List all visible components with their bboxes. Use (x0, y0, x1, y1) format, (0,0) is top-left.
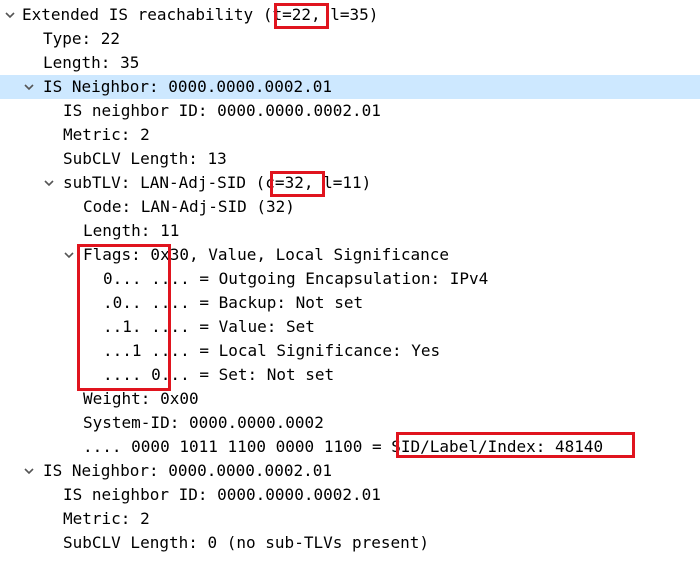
is-neighbor-header: IS Neighbor: 0000.0000.0002.01 (43, 77, 332, 96)
subtlv-label: subTLV: LAN-Adj-SID (c=32, l=11) (63, 173, 372, 192)
length-field: Length: 35 (43, 53, 140, 72)
tree-row-sid[interactable]: .... 0000 1011 1100 0000 1100 = SID/Labe… (0, 435, 700, 459)
chevron-down-icon[interactable] (62, 243, 76, 267)
flag-bit-value: ..1. .... = Value: Set (103, 317, 315, 336)
tree-row-type[interactable]: Type: 22 (0, 27, 700, 51)
tree-row-is-neighbor-1[interactable]: IS Neighbor: 0000.0000.0002.01 (0, 75, 700, 99)
weight-field: Weight: 0x00 (83, 389, 199, 408)
neighbor-id-field: IS neighbor ID: 0000.0000.0002.01 (63, 485, 381, 504)
subclv-length-field: SubCLV Length: 0 (no sub-TLVs present) (63, 533, 430, 552)
tree-row-flag-bit[interactable]: ...1 .... = Local Significance: Yes (0, 339, 700, 363)
tree-row-extended-is[interactable]: Extended IS reachability (t=22, l=35) (0, 3, 700, 27)
tree-row-is-neighbor-2[interactable]: IS Neighbor: 0000.0000.0002.01 (0, 459, 700, 483)
subtlv-length-field: Length: 11 (83, 221, 180, 240)
extended-is-label: Extended IS reachability (t=22, l=35) (22, 5, 379, 24)
tree-row-subtlv[interactable]: subTLV: LAN-Adj-SID (c=32, l=11) (0, 171, 700, 195)
is-neighbor-header: IS Neighbor: 0000.0000.0002.01 (43, 461, 332, 480)
neighbor-id-field: IS neighbor ID: 0000.0000.0002.01 (63, 101, 381, 120)
flag-bit-set: .... 0... = Set: Not set (103, 365, 335, 384)
chevron-down-icon[interactable] (22, 75, 36, 99)
flags-header: Flags: 0x30, Value, Local Significance (83, 245, 450, 264)
tree-row-neighbor-id[interactable]: IS neighbor ID: 0000.0000.0002.01 (0, 99, 700, 123)
flag-bit-local-significance: ...1 .... = Local Significance: Yes (103, 341, 441, 360)
tree-row-subclv-length[interactable]: SubCLV Length: 13 (0, 147, 700, 171)
sid-label-value: SID/Label/Index: 48140 (391, 437, 604, 456)
metric-field: Metric: 2 (63, 509, 150, 528)
c-value: c=32 (265, 173, 304, 192)
tree-row-neighbor-id[interactable]: IS neighbor ID: 0000.0000.0002.01 (0, 483, 700, 507)
tree-row-length[interactable]: Length: 35 (0, 51, 700, 75)
chevron-down-icon[interactable] (3, 3, 17, 27)
code-field: Code: LAN-Adj-SID (32) (83, 197, 295, 216)
chevron-down-icon[interactable] (42, 171, 56, 195)
subclv-length-field: SubCLV Length: 13 (63, 149, 227, 168)
flag-bit-encapsulation: 0... .... = Outgoing Encapsulation: IPv4 (103, 269, 489, 288)
t-value: t=22 (272, 5, 311, 24)
tree-row-system-id[interactable]: System-ID: 0000.0000.0002 (0, 411, 700, 435)
tree-row-flag-bit[interactable]: .... 0... = Set: Not set (0, 363, 700, 387)
tree-row-weight[interactable]: Weight: 0x00 (0, 387, 700, 411)
metric-field: Metric: 2 (63, 125, 150, 144)
type-field: Type: 22 (43, 29, 121, 48)
system-id-field: System-ID: 0000.0000.0002 (83, 413, 324, 432)
tree-row-subtlv-length[interactable]: Length: 11 (0, 219, 700, 243)
chevron-down-icon[interactable] (22, 459, 36, 483)
tree-row-metric[interactable]: Metric: 2 (0, 123, 700, 147)
tree-row-flag-bit[interactable]: 0... .... = Outgoing Encapsulation: IPv4 (0, 267, 700, 291)
tree-row-flag-bit[interactable]: .0.. .... = Backup: Not set (0, 291, 700, 315)
tree-row-flags[interactable]: Flags: 0x30, Value, Local Significance (0, 243, 700, 267)
tree-row-metric[interactable]: Metric: 2 (0, 507, 700, 531)
tree-row-subclv-length[interactable]: SubCLV Length: 0 (no sub-TLVs present) (0, 531, 700, 555)
flag-bit-backup: .0.. .... = Backup: Not set (103, 293, 364, 312)
tree-row-code[interactable]: Code: LAN-Adj-SID (32) (0, 195, 700, 219)
tree-row-flag-bit[interactable]: ..1. .... = Value: Set (0, 315, 700, 339)
sid-field: .... 0000 1011 1100 0000 1100 = SID/Labe… (83, 437, 604, 456)
